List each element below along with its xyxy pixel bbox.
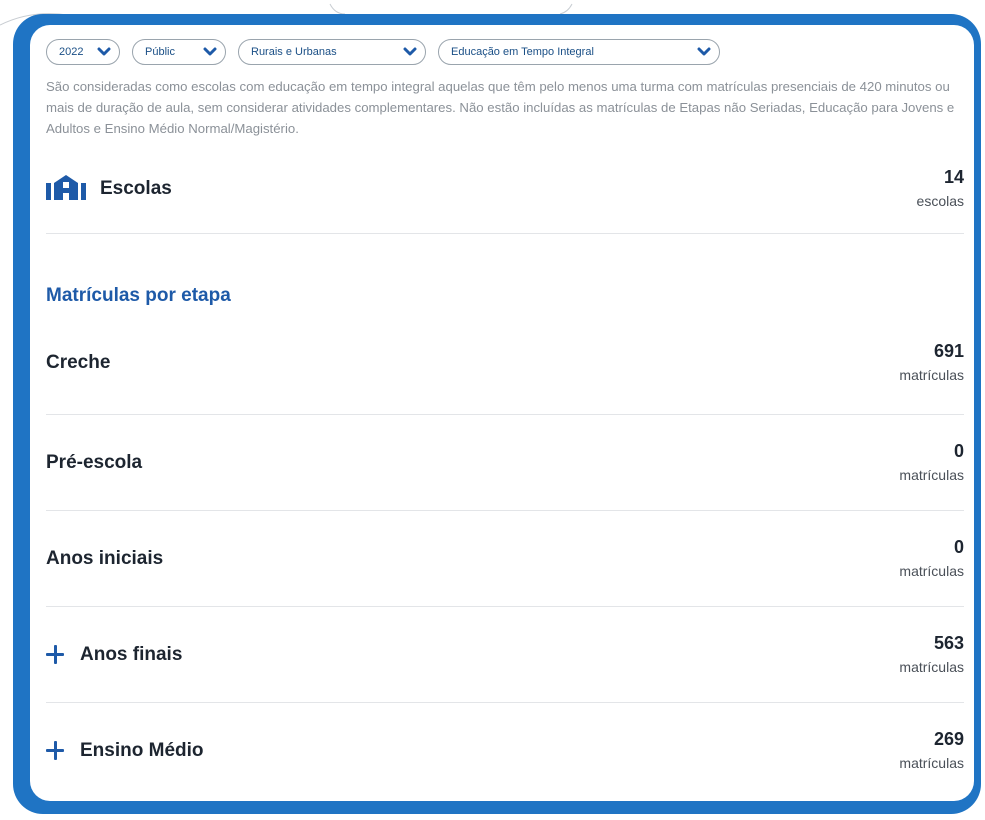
stage-unit: matrículas: [899, 754, 964, 771]
stage-row-anos-iniciais: Anos iniciais 0 matrículas: [46, 511, 964, 607]
modality-select-value: Educação em Tempo Integral: [451, 46, 594, 58]
stage-label: Ensino Médio: [80, 739, 204, 761]
chevron-down-icon: [97, 47, 111, 57]
stage-count: 269: [933, 728, 964, 749]
modality-select[interactable]: Educação em Tempo Integral: [438, 39, 720, 65]
stage-row-creche: Creche 691 matrículas: [46, 311, 964, 415]
chevron-down-icon: [203, 47, 217, 57]
expand-plus-icon[interactable]: [46, 740, 66, 761]
year-select[interactable]: 2022: [46, 39, 120, 65]
stage-label: Anos iniciais: [46, 547, 164, 569]
network-select-value: Públic: [145, 46, 175, 58]
stage-row-anos-finais[interactable]: Anos finais 563 matrículas: [46, 607, 964, 703]
stage-unit: matrículas: [899, 658, 964, 675]
stage-unit: matrículas: [899, 466, 964, 483]
stage-unit: matrículas: [899, 562, 964, 579]
stage-unit: matrículas: [899, 366, 964, 383]
network-select[interactable]: Públic: [132, 39, 226, 65]
expand-plus-icon[interactable]: [46, 644, 66, 665]
stage-count: 691: [933, 340, 964, 361]
location-select-value: Rurais e Urbanas: [251, 46, 337, 58]
filter-bar: 2022 Públic Rurais e Urbanas Educação em…: [46, 38, 964, 66]
stage-label: Pré-escola: [46, 451, 143, 473]
schools-unit: escolas: [916, 193, 964, 209]
schools-count: 14: [943, 167, 964, 187]
stage-count: 0: [953, 440, 964, 461]
filter-description: São consideradas como escolas com educaç…: [46, 79, 955, 136]
section-title: Matrículas por etapa: [46, 285, 231, 306]
year-select-value: 2022: [59, 46, 84, 58]
school-icon: [46, 174, 86, 205]
schools-row: Escolas 14 escolas: [46, 145, 964, 234]
chevron-down-icon: [697, 47, 711, 57]
schools-label: Escolas: [100, 178, 172, 199]
stage-label: Anos finais: [80, 643, 183, 665]
stage-label: Creche: [46, 351, 111, 373]
stage-count: 0: [953, 536, 964, 557]
location-select[interactable]: Rurais e Urbanas: [238, 39, 426, 65]
stage-row-ensino-medio[interactable]: Ensino Médio 269 matrículas: [46, 703, 964, 798]
stage-count: 563: [933, 632, 964, 653]
education-panel: 2022 Públic Rurais e Urbanas Educação em…: [30, 25, 974, 801]
stage-row-pre-escola: Pré-escola 0 matrículas: [46, 415, 964, 511]
chevron-down-icon: [403, 47, 417, 57]
